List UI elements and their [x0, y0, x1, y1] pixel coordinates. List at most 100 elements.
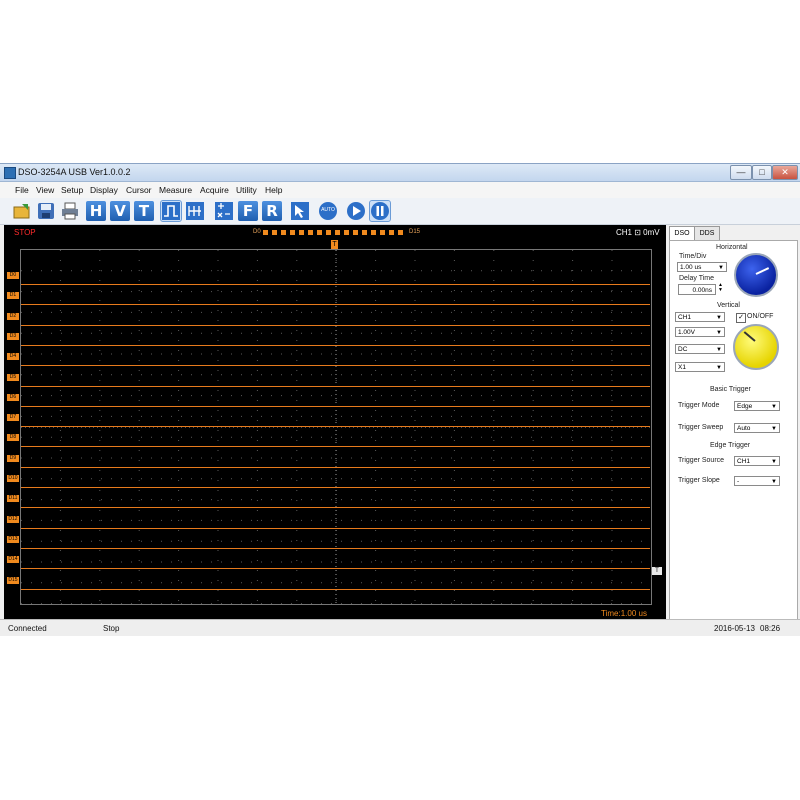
trigger-sweep-value: Auto: [737, 425, 751, 432]
channel-marker[interactable]: D6: [7, 393, 19, 401]
channel-trace: [21, 568, 650, 570]
fft-button[interactable]: F: [238, 201, 258, 221]
trigger-slope-select[interactable]: - ▼: [734, 476, 780, 486]
print-button[interactable]: [60, 201, 80, 221]
time-div-select[interactable]: 1.00 us ▼: [677, 262, 727, 272]
vertical-title: Vertical: [717, 302, 740, 309]
channel-trace: [21, 324, 650, 326]
channel-marker[interactable]: D12: [7, 515, 19, 523]
channel-indicator: [371, 230, 376, 235]
channel-marker[interactable]: D2: [7, 312, 19, 320]
menu-utility[interactable]: Utility: [236, 185, 257, 195]
menu-view[interactable]: View: [36, 185, 54, 195]
math-icon: [215, 202, 233, 220]
channel-marker[interactable]: D7: [7, 414, 19, 422]
menu-cursor[interactable]: Cursor: [126, 185, 152, 195]
chevron-down-icon: ▼: [718, 265, 724, 271]
delay-spinner-icon[interactable]: ▲ ▼: [718, 283, 723, 293]
measure-icon: [186, 202, 204, 220]
channel-indicator: [299, 230, 304, 235]
trigger-slope-value: -: [737, 478, 740, 485]
menu-help[interactable]: Help: [265, 185, 282, 195]
cursor-button[interactable]: [290, 201, 310, 221]
channel-marker[interactable]: D11: [7, 495, 19, 503]
channel-indicator: [398, 230, 403, 235]
vertical-knob[interactable]: [733, 324, 779, 370]
toolbar: H V T F R AUTO: [0, 198, 800, 225]
play-icon: [347, 202, 365, 220]
trigger-position-marker[interactable]: T: [331, 240, 338, 249]
channel-trace: [21, 405, 650, 407]
trigger-mode-select[interactable]: Edge ▼: [734, 401, 780, 411]
trigger-mode-label: Trigger Mode: [678, 402, 720, 409]
minimize-button[interactable]: —: [730, 165, 752, 180]
channel-trace: [21, 426, 650, 428]
menu-setup[interactable]: Setup: [61, 185, 83, 195]
tab-dso[interactable]: DSO: [669, 226, 695, 241]
channel-trace: [21, 466, 650, 468]
menu-display[interactable]: Display: [90, 185, 118, 195]
control-panel: DSO DDS Horizontal Time/Div 1.00 us ▼ Del…: [668, 225, 798, 620]
channel-marker[interactable]: D1: [7, 292, 19, 300]
channel-value: CH1: [678, 314, 692, 321]
status-time: 08:26: [760, 624, 781, 633]
basic-trigger-title: Basic Trigger: [710, 386, 751, 393]
channel-indicator: [281, 230, 286, 235]
channel-marker[interactable]: D15: [7, 576, 19, 584]
chevron-down-icon: ▼: [771, 404, 777, 410]
auto-button[interactable]: AUTO: [318, 201, 338, 221]
channel-marker[interactable]: D10: [7, 475, 19, 482]
close-button[interactable]: ✕: [772, 165, 798, 180]
menu-bar: File View Setup Display Cursor Measure A…: [0, 182, 800, 198]
trigger-source-select[interactable]: CH1 ▼: [734, 456, 780, 466]
save-icon: [38, 203, 54, 219]
reference-button[interactable]: R: [262, 201, 282, 221]
channel-marker[interactable]: D13: [7, 535, 19, 543]
menu-acquire[interactable]: Acquire: [200, 185, 229, 195]
trigger-level-marker[interactable]: T: [652, 567, 662, 575]
channel-marker[interactable]: D0: [7, 272, 19, 279]
coupling-select[interactable]: DC ▼: [675, 344, 725, 354]
open-button[interactable]: [12, 201, 32, 221]
trigger-sweep-select[interactable]: Auto ▼: [734, 423, 780, 433]
save-button[interactable]: [36, 201, 56, 221]
menu-file[interactable]: File: [15, 185, 29, 195]
app-window: DSO-3254A USB Ver1.0.0.2 — □ ✕ File View…: [0, 163, 800, 636]
channel-select[interactable]: CH1 ▼: [675, 312, 725, 322]
channel-marker[interactable]: D8: [7, 434, 19, 442]
acquisition-status: Stop: [103, 624, 120, 633]
channel-marker[interactable]: D3: [7, 332, 19, 340]
vertical-button[interactable]: V: [110, 201, 130, 221]
trigger-button[interactable]: T: [134, 201, 154, 221]
trigger-source-label: Trigger Source: [678, 457, 725, 464]
run-button[interactable]: [346, 201, 366, 221]
menu-measure[interactable]: Measure: [159, 185, 192, 195]
probe-select[interactable]: X1 ▼: [675, 362, 725, 372]
channel-marker[interactable]: D14: [7, 556, 19, 564]
channel-indicator: [380, 230, 385, 235]
delay-time-input[interactable]: 0.00ns: [678, 284, 716, 295]
measure-button[interactable]: [185, 201, 205, 221]
horizontal-button[interactable]: H: [86, 201, 106, 221]
tab-dds[interactable]: DDS: [694, 226, 720, 241]
horizontal-knob[interactable]: [734, 253, 778, 297]
trigger-slope-label: Trigger Slope: [678, 477, 720, 484]
stop-button[interactable]: [369, 200, 391, 222]
channel-indicator: [317, 230, 322, 235]
time-div-label: Time/Div: [679, 253, 707, 260]
waveform-button[interactable]: [160, 200, 182, 222]
math-button[interactable]: [214, 201, 234, 221]
chevron-down-icon: ▼: [716, 365, 722, 371]
scope-display[interactable]: STOP D0 D15 T CH1 ⊡ 0mV T Time:1.00 us D…: [4, 225, 666, 620]
volts-div-select[interactable]: 1.00V ▼: [675, 327, 725, 337]
maximize-button[interactable]: □: [752, 165, 772, 180]
onoff-checkbox[interactable]: ✓: [736, 313, 746, 323]
channel-indicator: [335, 230, 340, 235]
trigger-source-value: CH1: [737, 458, 751, 465]
channel-trace: [21, 487, 650, 488]
channel-indicator: [290, 230, 295, 235]
channel-indicator: [263, 230, 268, 235]
channel-marker[interactable]: D9: [7, 454, 19, 462]
channel-marker[interactable]: D4: [7, 353, 19, 361]
channel-marker[interactable]: D5: [7, 373, 19, 381]
